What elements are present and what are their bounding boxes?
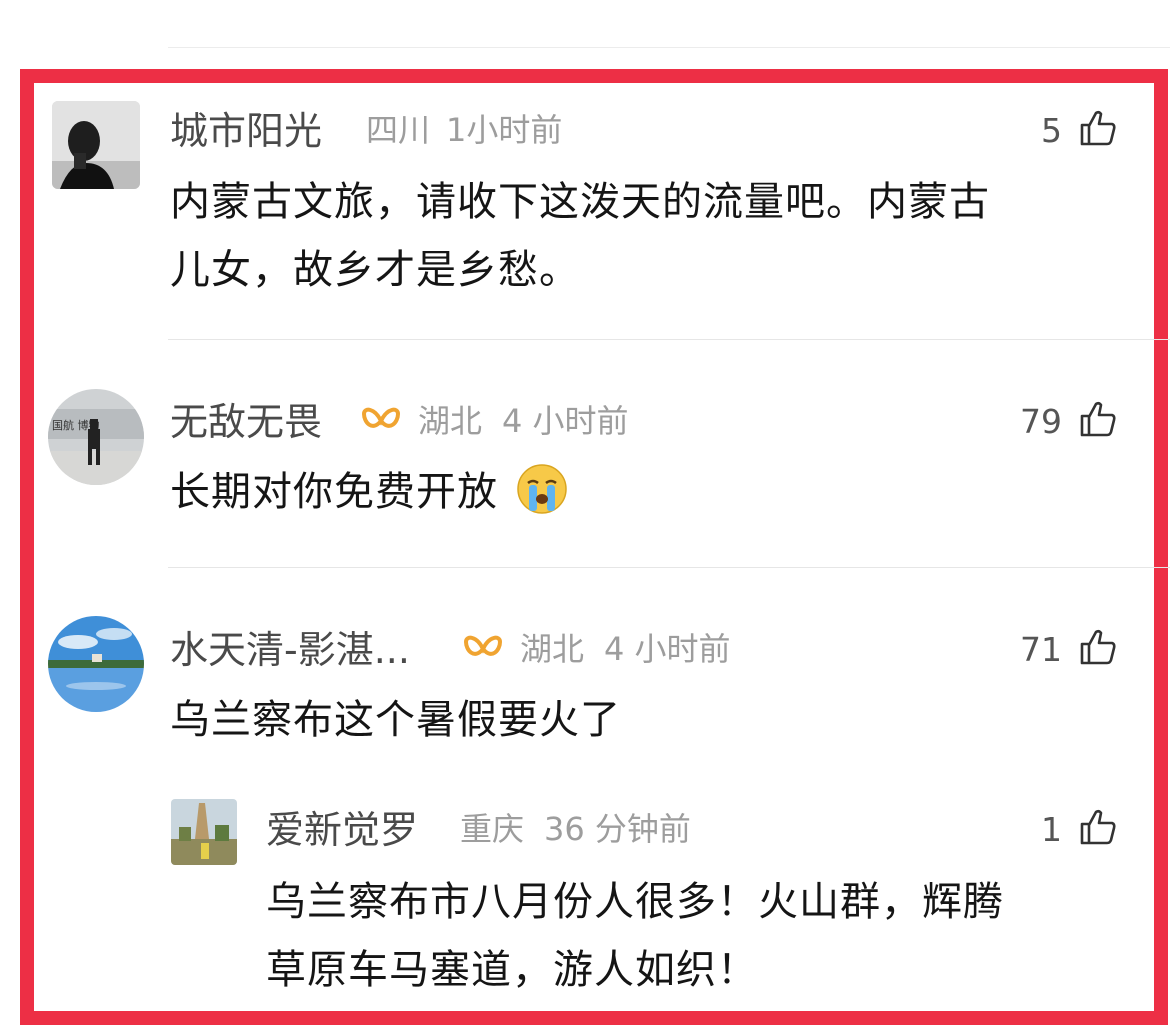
avatar[interactable]: 国航 博物	[48, 389, 144, 485]
avatar[interactable]	[171, 799, 237, 865]
comment-text-line: 儿女，故乡才是乡愁。	[170, 247, 580, 293]
comment-text-line: 长期对你免费开放	[170, 469, 498, 515]
username[interactable]: 爱新觉罗	[266, 811, 418, 849]
comment-text-line: 乌兰察布市八月份人很多！火山群，辉腾	[266, 879, 1004, 925]
thumbs-up-icon[interactable]	[1078, 807, 1118, 847]
username[interactable]: 无敌无畏	[170, 403, 322, 441]
timestamp: 4 小时前	[502, 402, 629, 440]
location: 四川	[366, 111, 431, 149]
like-count: 71	[1020, 630, 1062, 669]
vip-badge-icon	[360, 404, 402, 438]
location: 重庆	[460, 810, 525, 848]
comment-text-line: 内蒙古文旅，请收下这泼天的流量吧。内蒙古	[170, 179, 990, 225]
comment-text: 乌兰察布这个暑假要火了	[170, 686, 621, 754]
comment-text: 内蒙古文旅，请收下这泼天的流量吧。内蒙古 儿女，故乡才是乡愁。	[170, 168, 990, 304]
timestamp: 4 小时前	[604, 630, 731, 668]
vip-badge-icon	[462, 632, 504, 666]
location: 湖北	[520, 630, 585, 668]
thumbs-up-icon[interactable]	[1078, 399, 1118, 439]
location: 湖北	[418, 402, 483, 440]
timestamp: 36 分钟前	[544, 810, 691, 848]
comment-text: 乌兰察布市八月份人很多！火山群，辉腾 草原车马塞道，游人如织！	[266, 868, 1004, 1004]
thumbs-up-icon[interactable]	[1078, 627, 1118, 667]
top-divider	[168, 47, 1170, 48]
like-count: 1	[1041, 810, 1062, 849]
avatar[interactable]	[52, 101, 140, 189]
username[interactable]: 水天清-影湛...	[170, 631, 410, 669]
comment-text-line: 草原车马塞道，游人如织！	[266, 947, 758, 993]
thumbs-up-icon[interactable]	[1078, 108, 1118, 148]
comment-text-line: 乌兰察布这个暑假要火了	[170, 697, 621, 743]
like-count: 79	[1020, 402, 1062, 441]
like-count: 5	[1041, 111, 1062, 150]
comment-text: 长期对你免费开放	[170, 458, 568, 526]
crying-face-icon	[516, 463, 568, 515]
username[interactable]: 城市阳光	[170, 112, 322, 150]
divider	[168, 339, 1170, 340]
divider	[168, 567, 1170, 568]
avatar[interactable]	[48, 616, 144, 712]
timestamp: 1小时前	[446, 111, 563, 149]
